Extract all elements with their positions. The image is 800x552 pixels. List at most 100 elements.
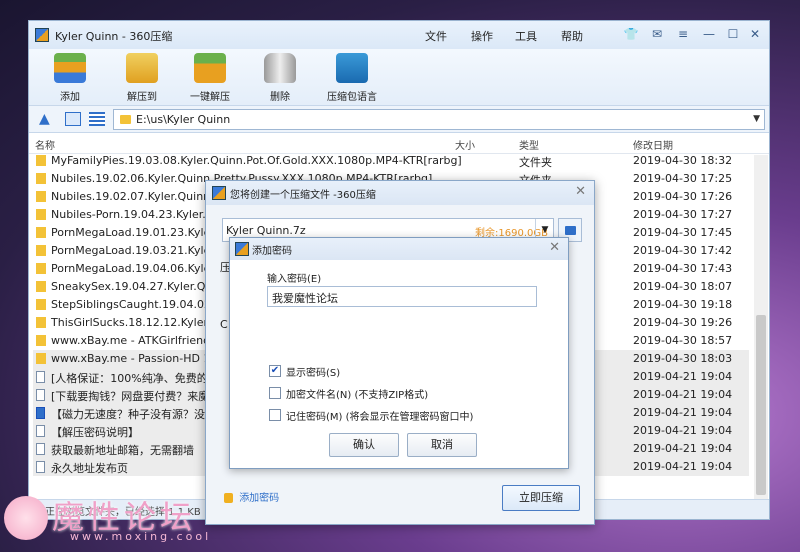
column-header: 名称 大小 类型 修改日期 [29,134,769,154]
compress-now-button[interactable]: 立即压缩 [502,485,580,511]
document-icon [36,443,45,455]
table-row[interactable]: MyFamilyPies.19.03.08.Kyler.Quinn.Pot.Of… [33,152,749,170]
menu-tools[interactable]: 工具 [515,28,537,44]
file-name: SneakySex.19.04.27.Kyler.Quinn [51,280,230,293]
ok-button[interactable]: 确认 [329,433,399,457]
file-name: 永久地址发布页 [51,462,128,475]
folder-icon [36,227,46,238]
one-click-extract-button[interactable]: 一键解压 [179,51,241,103]
extract-to-label: 解压到 [127,92,157,103]
menu-operation[interactable]: 操作 [471,28,493,44]
menu-file[interactable]: 文件 [425,28,447,44]
watermark-url: www.moxing.cool [70,530,212,543]
create-dialog-titlebar: 您将创建一个压缩文件 -360压缩 ✕ [206,181,594,205]
menu-icon[interactable]: ≡ [673,25,693,43]
password-dialog-body: 输入密码(E) 我爱魔性论坛 ✔ 显示密码(S) 加密文件名(N) (不支持ZI… [230,260,568,468]
menu-help[interactable]: 帮助 [561,28,583,44]
remember-password-checkbox[interactable] [269,409,281,421]
col-name[interactable]: 名称 [35,137,55,152]
folder-icon [36,353,46,364]
delete-label: 删除 [270,92,290,103]
file-date: 2019-04-30 18:07 [633,280,733,293]
address-bar: ▲ E:\us\Kyler Quinn ▼ [29,105,769,133]
file-name: MyFamilyPies.19.03.08.Kyler.Quinn.Pot.Of… [51,154,462,167]
remember-password-label: 记住密码(M) (将会显示在管理密码窗口中) [286,412,474,423]
chevron-down-icon[interactable]: ▼ [753,114,760,124]
show-password-checkbox[interactable]: ✔ [269,365,281,377]
file-name: ThisGirlSucks.18.12.12.Kyler.Qu [51,316,227,329]
close-icon[interactable]: ✕ [575,184,586,199]
app-icon [235,242,249,256]
file-date: 2019-04-30 19:18 [633,298,733,311]
col-size[interactable]: 大小 [455,137,475,152]
minimize-icon[interactable]: — [699,25,719,43]
file-date: 2019-04-30 17:42 [633,244,733,257]
file-date: 2019-04-30 19:26 [633,316,733,329]
password-input[interactable]: 我爱魔性论坛 [267,286,537,307]
password-dialog-title: 添加密码 [252,246,292,257]
file-date: 2019-04-21 19:04 [633,388,733,401]
side-label-c: C [220,318,228,331]
file-name: www.xBay.me - ATKGirlfriends [51,334,216,347]
close-icon[interactable]: ✕ [745,25,765,43]
file-name: Nubiles.19.02.07.Kyler.Quinn.V [51,190,222,203]
file-date: 2019-04-21 19:04 [633,424,733,437]
scroll-thumb[interactable] [756,315,766,495]
folder-icon [36,155,46,166]
file-name: [人格保证：100%纯净、免费的 [51,372,208,385]
folder-icon [36,317,46,328]
file-date: 2019-04-30 18:03 [633,352,733,365]
file-name: PornMegaLoad.19.04.06.Kyler.C [51,262,226,275]
folder-icon [565,226,576,235]
file-date: 2019-04-30 18:57 [633,334,733,347]
folder-icon [36,245,46,256]
file-name: PornMegaLoad.19.01.23.Kyler.Q [51,226,227,239]
document-icon [36,425,45,437]
delete-icon [264,53,296,83]
file-date: 2019-04-30 17:45 [633,226,733,239]
col-modified[interactable]: 修改日期 [633,137,673,152]
archive-language-button[interactable]: 压缩包语言 [321,51,383,103]
close-icon[interactable]: ✕ [549,240,560,255]
password-dialog-titlebar: 添加密码 ✕ [230,238,568,260]
col-type[interactable]: 类型 [519,137,539,152]
maximize-icon[interactable]: ☐ [723,25,743,43]
scrollbar[interactable] [754,155,768,499]
thumbnail-view-icon[interactable] [65,112,81,126]
add-password-dialog: 添加密码 ✕ 输入密码(E) 我爱魔性论坛 ✔ 显示密码(S) 加密文件名(N)… [229,237,569,469]
add-password-link[interactable]: 添加密码 [224,489,279,504]
document-icon [36,371,45,383]
app-icon [212,186,226,200]
file-date: 2019-04-30 18:32 [633,154,733,167]
extract-to-icon [126,53,158,83]
folder-icon [36,299,46,310]
skin-icon[interactable]: 👕 [621,25,641,43]
address-input[interactable]: E:\us\Kyler Quinn ▼ [113,109,765,130]
extract-to-button[interactable]: 解压到 [111,51,173,103]
file-name: Nubiles-Porn.19.04.23.Kyler.Q [51,208,215,221]
delete-button[interactable]: 删除 [249,51,311,103]
document-icon [36,461,45,473]
file-name: [下载要掏钱？网盘要付费？来魔 [51,390,210,403]
document-icon [36,389,45,401]
show-password-label: 显示密码(S) [286,368,341,379]
folder-icon [36,281,46,292]
mail-icon[interactable]: ✉ [647,25,667,43]
address-path: E:\us\Kyler Quinn [136,113,231,126]
file-date: 2019-04-21 19:04 [633,460,733,473]
folder-icon [36,335,46,346]
one-click-extract-icon [194,53,226,83]
window-title: Kyler Quinn - 360压缩 [55,30,173,43]
add-button[interactable]: 添加 [39,51,101,103]
cancel-button[interactable]: 取消 [407,433,477,457]
folder-icon [36,173,46,184]
list-view-icon[interactable] [89,112,105,126]
up-arrow-icon[interactable]: ▲ [39,112,55,126]
add-password-label: 添加密码 [239,493,280,504]
file-name: PornMegaLoad.19.03.21.Kyler.Q [51,244,227,257]
add-archive-icon [54,53,86,83]
folder-icon [36,263,46,274]
file-date: 2019-04-21 19:04 [633,406,733,419]
one-click-extract-label: 一键解压 [190,92,230,103]
encrypt-filenames-checkbox[interactable] [269,387,281,399]
